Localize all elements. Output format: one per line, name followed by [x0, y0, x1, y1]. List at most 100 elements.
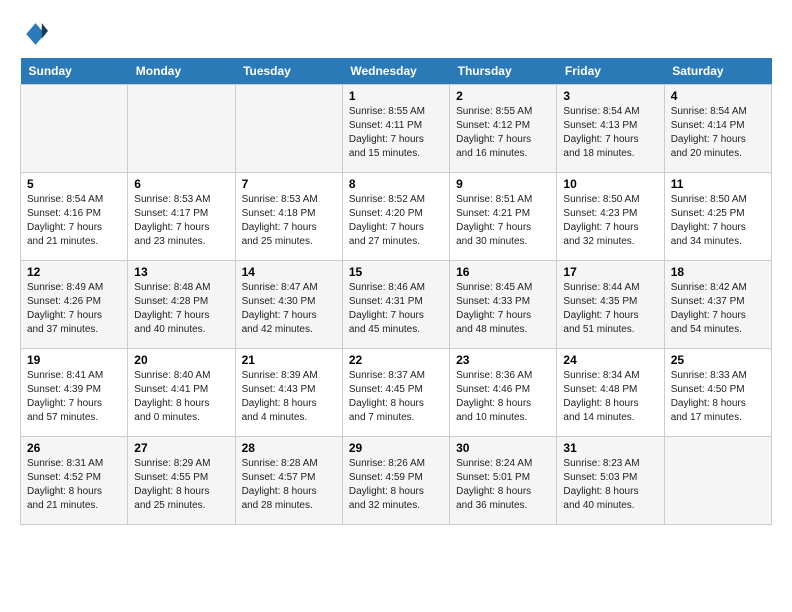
calendar-table: SundayMondayTuesdayWednesdayThursdayFrid… [20, 58, 772, 525]
logo-icon [20, 20, 48, 48]
weekday-header: Saturday [664, 58, 771, 85]
day-number: 29 [349, 441, 443, 455]
calendar-cell [664, 437, 771, 525]
calendar-cell: 13Sunrise: 8:48 AM Sunset: 4:28 PM Dayli… [128, 261, 235, 349]
day-number: 9 [456, 177, 550, 191]
calendar-week-row: 12 Sunrise: 8:49 AM Sunset: 4:26 PM Dayli… [21, 261, 772, 349]
day-number: 7 [242, 177, 336, 191]
day-number: 3 [563, 89, 657, 103]
day-number: 18 [671, 265, 765, 279]
day-info: Sunrise: 8:53 AM Sunset: 4:17 PM Dayligh… [134, 193, 228, 249]
calendar-cell: 14 Sunrise: 8:47 AM Sunset: 4:30 PM Dayli… [235, 261, 342, 349]
day-info: Sunrise: 8:55 AM Sunset: 4:11 PM Dayligh… [349, 105, 443, 161]
calendar-cell [128, 85, 235, 173]
calendar-cell: 30Sunrise: 8:24 AM Sunset: 5:01 PM Dayli… [450, 437, 557, 525]
day-number: 23 [456, 353, 550, 367]
calendar-cell: 10Sunrise: 8:50 AM Sunset: 4:23 PM Dayli… [557, 173, 664, 261]
calendar-cell: 3 Sunrise: 8:54 AM Sunset: 4:13 PM Daylig… [557, 85, 664, 173]
calendar-cell: 26 Sunrise: 8:31 AM Sunset: 4:52 PM Dayli… [21, 437, 128, 525]
day-number: 1 [349, 89, 443, 103]
day-info: Sunrise: 8:37 AM Sunset: 4:45 PM Dayligh… [349, 369, 443, 425]
weekday-header: Monday [128, 58, 235, 85]
calendar-cell [21, 85, 128, 173]
day-info: Sunrise: 8:53 AM Sunset: 4:18 PM Dayligh… [242, 193, 336, 249]
weekday-header: Tuesday [235, 58, 342, 85]
weekday-header: Thursday [450, 58, 557, 85]
calendar-cell: 9 Sunrise: 8:51 AM Sunset: 4:21 PM Daylig… [450, 173, 557, 261]
calendar-cell: 24 Sunrise: 8:34 AM Sunset: 4:48 PM Dayli… [557, 349, 664, 437]
calendar-cell: 1 Sunrise: 8:55 AM Sunset: 4:11 PM Daylig… [342, 85, 449, 173]
calendar-body: 1 Sunrise: 8:55 AM Sunset: 4:11 PM Daylig… [21, 85, 772, 525]
day-number: 26 [27, 441, 121, 455]
calendar-cell: 12 Sunrise: 8:49 AM Sunset: 4:26 PM Dayli… [21, 261, 128, 349]
day-info: Sunrise: 8:31 AM Sunset: 4:52 PM Dayligh… [27, 457, 121, 513]
calendar-week-row: 1 Sunrise: 8:55 AM Sunset: 4:11 PM Daylig… [21, 85, 772, 173]
day-number: 22 [349, 353, 443, 367]
day-number: 14 [242, 265, 336, 279]
calendar-cell: 4 Sunrise: 8:54 AM Sunset: 4:14 PM Daylig… [664, 85, 771, 173]
day-info: Sunrise: 8:54 AM Sunset: 4:16 PM Dayligh… [27, 193, 121, 249]
day-info: Sunrise: 8:34 AM Sunset: 4:48 PM Dayligh… [563, 369, 657, 425]
day-info: Sunrise: 8:49 AM Sunset: 4:26 PM Dayligh… [27, 281, 121, 337]
day-info: Sunrise: 8:23 AM Sunset: 5:03 PM Dayligh… [563, 457, 657, 513]
calendar-cell: 2Sunrise: 8:55 AM Sunset: 4:12 PM Daylig… [450, 85, 557, 173]
calendar-cell: 25Sunrise: 8:33 AM Sunset: 4:50 PM Dayli… [664, 349, 771, 437]
weekday-header: Friday [557, 58, 664, 85]
day-number: 19 [27, 353, 121, 367]
calendar-cell: 28Sunrise: 8:28 AM Sunset: 4:57 PM Dayli… [235, 437, 342, 525]
calendar-cell: 23Sunrise: 8:36 AM Sunset: 4:46 PM Dayli… [450, 349, 557, 437]
day-number: 27 [134, 441, 228, 455]
day-number: 2 [456, 89, 550, 103]
calendar-header: SundayMondayTuesdayWednesdayThursdayFrid… [21, 58, 772, 85]
day-info: Sunrise: 8:39 AM Sunset: 4:43 PM Dayligh… [242, 369, 336, 425]
calendar-cell: 27 Sunrise: 8:29 AM Sunset: 4:55 PM Dayli… [128, 437, 235, 525]
day-number: 16 [456, 265, 550, 279]
day-info: Sunrise: 8:54 AM Sunset: 4:14 PM Dayligh… [671, 105, 765, 161]
day-number: 31 [563, 441, 657, 455]
day-number: 17 [563, 265, 657, 279]
day-number: 12 [27, 265, 121, 279]
day-info: Sunrise: 8:45 AM Sunset: 4:33 PM Dayligh… [456, 281, 550, 337]
weekday-header: Wednesday [342, 58, 449, 85]
day-info: Sunrise: 8:42 AM Sunset: 4:37 PM Dayligh… [671, 281, 765, 337]
calendar-cell [235, 85, 342, 173]
day-info: Sunrise: 8:44 AM Sunset: 4:35 PM Dayligh… [563, 281, 657, 337]
day-number: 15 [349, 265, 443, 279]
calendar-cell: 16 Sunrise: 8:45 AM Sunset: 4:33 PM Dayli… [450, 261, 557, 349]
weekday-row: SundayMondayTuesdayWednesdayThursdayFrid… [21, 58, 772, 85]
calendar-cell: 15 Sunrise: 8:46 AM Sunset: 4:31 PM Dayli… [342, 261, 449, 349]
day-info: Sunrise: 8:28 AM Sunset: 4:57 PM Dayligh… [242, 457, 336, 513]
calendar-cell: 29 Sunrise: 8:26 AM Sunset: 4:59 PM Dayli… [342, 437, 449, 525]
day-number: 11 [671, 177, 765, 191]
calendar-cell: 5 Sunrise: 8:54 AM Sunset: 4:16 PM Daylig… [21, 173, 128, 261]
day-info: Sunrise: 8:51 AM Sunset: 4:21 PM Dayligh… [456, 193, 550, 249]
calendar-cell: 11 Sunrise: 8:50 AM Sunset: 4:25 PM Dayli… [664, 173, 771, 261]
logo [20, 20, 52, 48]
day-info: Sunrise: 8:50 AM Sunset: 4:25 PM Dayligh… [671, 193, 765, 249]
day-info: Sunrise: 8:29 AM Sunset: 4:55 PM Dayligh… [134, 457, 228, 513]
day-info: Sunrise: 8:48 AM Sunset: 4:28 PM Dayligh… [134, 281, 228, 337]
day-number: 21 [242, 353, 336, 367]
day-info: Sunrise: 8:47 AM Sunset: 4:30 PM Dayligh… [242, 281, 336, 337]
day-info: Sunrise: 8:26 AM Sunset: 4:59 PM Dayligh… [349, 457, 443, 513]
calendar-week-row: 5 Sunrise: 8:54 AM Sunset: 4:16 PM Daylig… [21, 173, 772, 261]
day-info: Sunrise: 8:46 AM Sunset: 4:31 PM Dayligh… [349, 281, 443, 337]
calendar-cell: 19Sunrise: 8:41 AM Sunset: 4:39 PM Dayli… [21, 349, 128, 437]
day-number: 4 [671, 89, 765, 103]
day-number: 5 [27, 177, 121, 191]
calendar-cell: 21 Sunrise: 8:39 AM Sunset: 4:43 PM Dayli… [235, 349, 342, 437]
day-number: 24 [563, 353, 657, 367]
day-info: Sunrise: 8:54 AM Sunset: 4:13 PM Dayligh… [563, 105, 657, 161]
calendar-cell: 7 Sunrise: 8:53 AM Sunset: 4:18 PM Daylig… [235, 173, 342, 261]
day-number: 20 [134, 353, 228, 367]
calendar-week-row: 19Sunrise: 8:41 AM Sunset: 4:39 PM Dayli… [21, 349, 772, 437]
page-header [20, 20, 772, 48]
calendar-cell: 18 Sunrise: 8:42 AM Sunset: 4:37 PM Dayli… [664, 261, 771, 349]
day-info: Sunrise: 8:50 AM Sunset: 4:23 PM Dayligh… [563, 193, 657, 249]
day-number: 8 [349, 177, 443, 191]
calendar-week-row: 26 Sunrise: 8:31 AM Sunset: 4:52 PM Dayli… [21, 437, 772, 525]
calendar-cell: 22 Sunrise: 8:37 AM Sunset: 4:45 PM Dayli… [342, 349, 449, 437]
calendar-cell: 17 Sunrise: 8:44 AM Sunset: 4:35 PM Dayli… [557, 261, 664, 349]
day-number: 30 [456, 441, 550, 455]
calendar-cell: 6Sunrise: 8:53 AM Sunset: 4:17 PM Daylig… [128, 173, 235, 261]
